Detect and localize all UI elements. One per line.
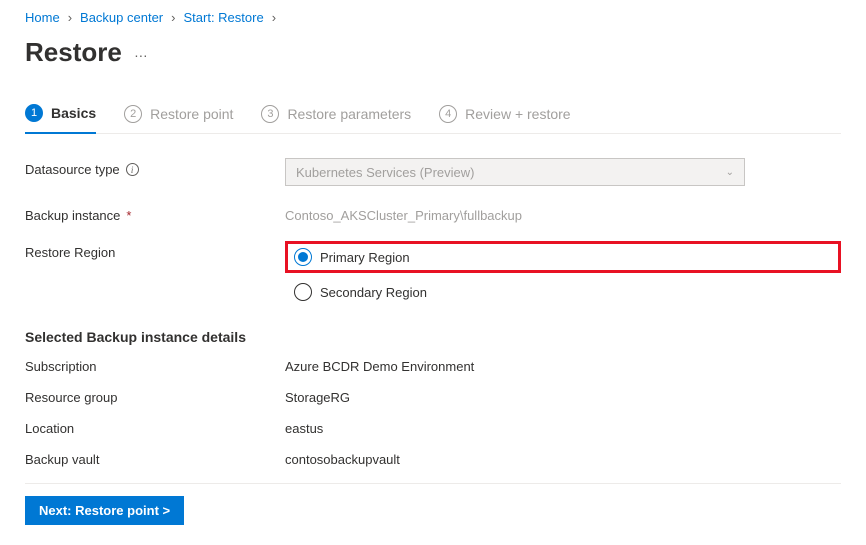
tab-label: Restore point bbox=[150, 106, 233, 122]
breadcrumb-backup-center[interactable]: Backup center bbox=[80, 10, 163, 25]
label-backup-vault: Backup vault bbox=[25, 452, 285, 467]
heading-backup-instance-details: Selected Backup instance details bbox=[25, 329, 841, 345]
label-backup-instance: Backup instance * bbox=[25, 204, 285, 223]
row-backup-instance: Backup instance * Contoso_AKSCluster_Pri… bbox=[25, 204, 841, 223]
radio-icon-unchecked bbox=[294, 283, 312, 301]
label-location: Location bbox=[25, 421, 285, 436]
chevron-right-icon: › bbox=[272, 10, 276, 25]
tab-step-number: 3 bbox=[261, 105, 279, 123]
breadcrumb-home[interactable]: Home bbox=[25, 10, 60, 25]
next-restore-point-button[interactable]: Next: Restore point > bbox=[25, 496, 184, 525]
value-resource-group: StorageRG bbox=[285, 390, 350, 405]
tab-step-number: 2 bbox=[124, 105, 142, 123]
chevron-right-icon: › bbox=[171, 10, 175, 25]
page-title: Restore bbox=[25, 37, 122, 68]
label-resource-group: Resource group bbox=[25, 390, 285, 405]
tab-step-number: 4 bbox=[439, 105, 457, 123]
value-backup-vault: contosobackupvault bbox=[285, 452, 400, 467]
label-subscription: Subscription bbox=[25, 359, 285, 374]
chevron-right-icon: › bbox=[68, 10, 72, 25]
page-header: Restore … bbox=[25, 37, 841, 68]
tab-restore-parameters[interactable]: 3 Restore parameters bbox=[261, 104, 411, 133]
radio-group-restore-region: Primary Region Secondary Region bbox=[285, 241, 841, 301]
tab-step-number: 1 bbox=[25, 104, 43, 122]
value-backup-instance: Contoso_AKSCluster_Primary\fullbackup bbox=[285, 204, 841, 223]
tab-label: Review + restore bbox=[465, 106, 570, 122]
radio-label: Primary Region bbox=[320, 250, 410, 265]
row-backup-vault: Backup vault contosobackupvault bbox=[25, 452, 841, 467]
select-datasource-type: Kubernetes Services (Preview) ⌄ bbox=[285, 158, 745, 186]
footer-bar: Next: Restore point > bbox=[25, 483, 841, 525]
chevron-down-icon: ⌄ bbox=[726, 167, 734, 178]
wizard-tabs: 1 Basics 2 Restore point 3 Restore param… bbox=[25, 104, 841, 134]
breadcrumb: Home › Backup center › Start: Restore › bbox=[25, 10, 841, 25]
tab-basics[interactable]: 1 Basics bbox=[25, 104, 96, 134]
radio-secondary-region[interactable]: Secondary Region bbox=[285, 283, 841, 301]
tab-label: Basics bbox=[51, 105, 96, 121]
tab-restore-point[interactable]: 2 Restore point bbox=[124, 104, 233, 133]
tab-review-restore[interactable]: 4 Review + restore bbox=[439, 104, 570, 133]
row-location: Location eastus bbox=[25, 421, 841, 436]
row-restore-region: Restore Region Primary Region Secondary … bbox=[25, 241, 841, 301]
row-subscription: Subscription Azure BCDR Demo Environment bbox=[25, 359, 841, 374]
radio-label: Secondary Region bbox=[320, 285, 427, 300]
label-restore-region: Restore Region bbox=[25, 241, 285, 260]
row-resource-group: Resource group StorageRG bbox=[25, 390, 841, 405]
more-actions-icon[interactable]: … bbox=[134, 44, 149, 62]
breadcrumb-start-restore[interactable]: Start: Restore bbox=[183, 10, 263, 25]
select-value: Kubernetes Services (Preview) bbox=[296, 165, 474, 180]
label-datasource-type: Datasource type i bbox=[25, 158, 285, 177]
value-subscription: Azure BCDR Demo Environment bbox=[285, 359, 474, 374]
tab-label: Restore parameters bbox=[287, 106, 411, 122]
highlight-primary-region: Primary Region bbox=[285, 241, 841, 273]
info-icon[interactable]: i bbox=[126, 163, 139, 176]
value-location: eastus bbox=[285, 421, 323, 436]
row-datasource-type: Datasource type i Kubernetes Services (P… bbox=[25, 158, 841, 186]
radio-primary-region[interactable]: Primary Region bbox=[294, 248, 410, 266]
required-indicator: * bbox=[126, 208, 131, 223]
radio-icon-checked bbox=[294, 248, 312, 266]
